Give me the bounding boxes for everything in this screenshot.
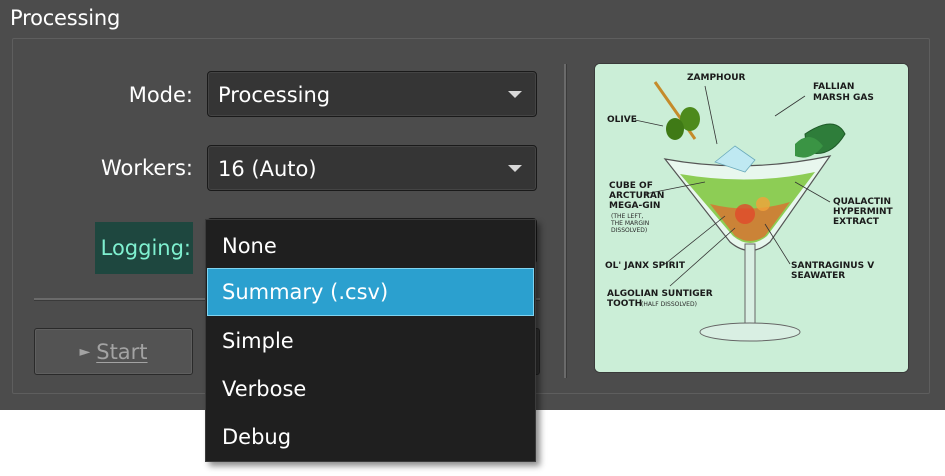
label-fallian-1: FALLIAN: [813, 82, 854, 92]
label-cube-2: ARCTURAN: [609, 191, 664, 201]
vertical-separator: [564, 64, 567, 378]
workers-combobox[interactable]: 16 (Auto): [207, 145, 537, 191]
dropdown-option-simple[interactable]: Simple: [207, 317, 534, 365]
label-cube-note-2: THE MARGIN: [610, 220, 649, 227]
dropdown-option-summary-csv[interactable]: Summary (.csv): [207, 268, 534, 316]
label-cube-note-3: DISSOLVED): [611, 227, 647, 234]
workers-combobox-value: 16 (Auto): [218, 157, 317, 181]
logging-label-text: Logging:: [100, 236, 191, 260]
chevron-down-icon: [508, 165, 522, 172]
cocktail-illustration-svg: ZAMPHOUR FALLIAN MARSH GAS OLIVE CUBE OF…: [595, 64, 908, 372]
label-santraginus-2: SEAWATER: [791, 271, 845, 281]
label-cube-note-1: (THE LEFT,: [611, 213, 643, 220]
label-santraginus-1: SANTRAGINUS V: [791, 261, 874, 271]
label-zamphour: ZAMPHOUR: [687, 73, 746, 83]
window-title: Processing: [10, 6, 121, 30]
label-algolian-1: ALGOLIAN SUNTIGER: [607, 289, 713, 299]
mode-label: Mode:: [128, 83, 193, 107]
label-janx: OL' JANX SPIRIT: [605, 261, 686, 271]
dropdown-option-none[interactable]: None: [207, 222, 534, 270]
logging-label: Logging:: [95, 222, 193, 274]
chevron-down-icon: [508, 91, 522, 98]
label-qualactin-1: QUALACTIN: [833, 197, 891, 207]
logging-dropdown-list: None Summary (.csv) Simple Verbose Debug: [205, 219, 536, 462]
label-qualactin-3: EXTRACT: [833, 217, 880, 227]
label-fallian-2: MARSH GAS: [813, 93, 874, 103]
cocktail-illustration: ZAMPHOUR FALLIAN MARSH GAS OLIVE CUBE OF…: [594, 63, 909, 373]
dropdown-option-verbose[interactable]: Verbose: [207, 365, 534, 413]
mode-combobox[interactable]: Processing: [207, 71, 537, 117]
mode-combobox-value: Processing: [218, 83, 331, 107]
play-icon: ►: [79, 344, 91, 360]
label-cube-3: MEGA-GIN: [609, 201, 660, 211]
start-button-label: Start: [96, 339, 148, 364]
label-algolian-note: (HALF DISSOLVED): [641, 301, 697, 308]
label-algolian-2: TOOTH: [607, 299, 642, 309]
label-cube-1: CUBE OF: [609, 181, 653, 191]
workers-label: Workers:: [101, 156, 193, 180]
dropdown-option-debug[interactable]: Debug: [207, 413, 534, 461]
label-qualactin-2: HYPERMINT: [833, 207, 894, 217]
start-button[interactable]: ► Start: [34, 328, 193, 375]
label-olive: OLIVE: [607, 115, 637, 125]
